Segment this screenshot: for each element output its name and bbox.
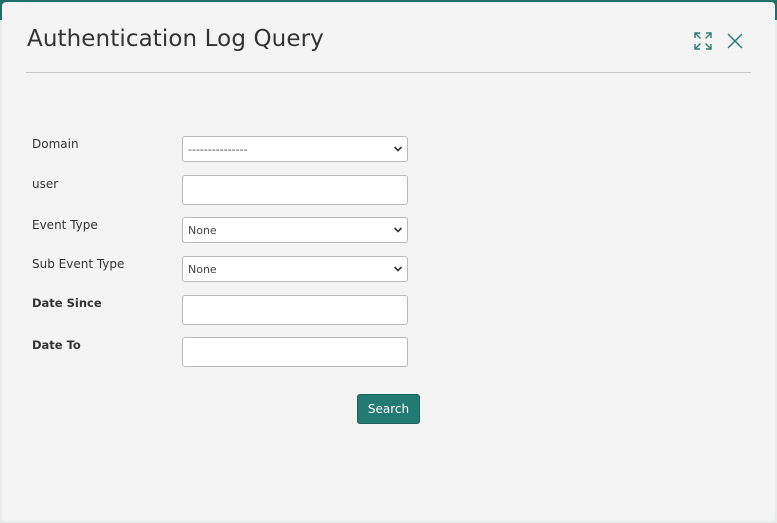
sub-event-type-select-value: None [188, 262, 217, 276]
header-divider [26, 72, 751, 73]
domain-select[interactable]: --------------- [182, 136, 408, 162]
expand-button[interactable] [692, 30, 714, 52]
auth-log-query-dialog: Authentication Log Query Domain --------… [2, 2, 775, 521]
chevron-down-icon [393, 227, 403, 233]
expand-icon [694, 32, 712, 50]
sub-event-type-label: Sub Event Type [32, 257, 125, 271]
search-button[interactable]: Search [357, 394, 420, 424]
user-label: user [32, 177, 59, 191]
domain-select-value: --------------- [188, 142, 248, 156]
chevron-down-icon [393, 146, 403, 152]
close-icon [727, 33, 743, 49]
close-button[interactable] [724, 30, 746, 52]
sub-event-type-select[interactable]: None [182, 256, 408, 282]
date-since-input[interactable] [182, 295, 408, 325]
event-type-select-value: None [188, 223, 217, 237]
chevron-down-icon [393, 266, 403, 272]
date-since-label: Date Since [32, 296, 102, 310]
user-input[interactable] [182, 175, 408, 205]
event-type-label: Event Type [32, 218, 98, 232]
domain-label: Domain [32, 137, 79, 151]
dialog-title: Authentication Log Query [27, 26, 324, 52]
date-to-label: Date To [32, 338, 81, 352]
date-to-input[interactable] [182, 337, 408, 367]
event-type-select[interactable]: None [182, 217, 408, 243]
